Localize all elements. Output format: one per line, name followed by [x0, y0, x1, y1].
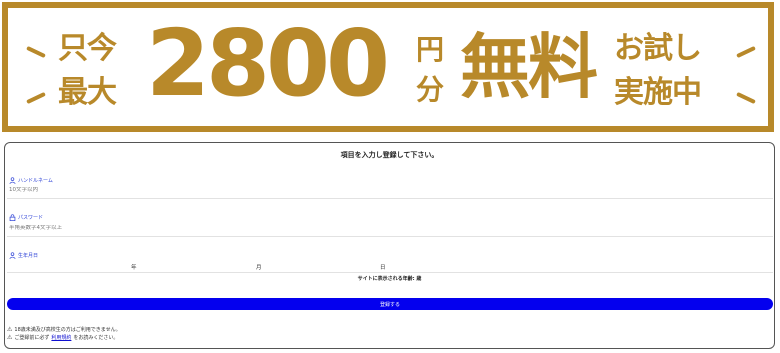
banner-dash-right-top: [736, 45, 756, 59]
banner-free: 無料: [460, 26, 598, 108]
banner-left-bottom: 最大: [58, 75, 117, 110]
birthday-day-select[interactable]: 日: [380, 263, 386, 271]
birthday-year-select[interactable]: 年: [131, 263, 137, 271]
warning-icon: ⚠: [7, 334, 13, 341]
password-label: パスワード: [9, 214, 43, 221]
note-terms-prefix: ご登録前に必ず: [14, 335, 50, 341]
registration-form: 項目を入力し登録して下さい。 ハンドルネーム パスワード 生年月日 年 月 日 …: [4, 142, 775, 349]
warning-icon: ⚠: [7, 326, 13, 333]
banner-dash-left-bottom: [26, 91, 46, 105]
banner-unit-top: 円: [416, 33, 444, 66]
terms-link[interactable]: 利用規約: [51, 334, 71, 341]
handle-underline: [7, 198, 773, 199]
note-age-text: 18歳未満及び高校生の方はご利用できません。: [14, 327, 121, 333]
promo-banner-inner: 只今 最大 2800 円 分 無料 お試し 実施中: [14, 14, 762, 120]
lock-icon: [9, 214, 16, 221]
banner-left-top: 只今: [58, 31, 117, 66]
banner-unit-bottom: 分: [416, 73, 444, 106]
banner-amount: 2800: [146, 10, 390, 117]
birthday-month-select[interactable]: 月: [256, 263, 262, 271]
password-underline: [7, 236, 773, 237]
note-age-restriction: ⚠ 18歳未満及び高校生の方はご利用できません。: [7, 326, 121, 333]
banner-right-bottom: 実施中: [614, 75, 702, 110]
birthday-label-text: 生年月日: [18, 253, 39, 259]
handle-label-text: ハンドルネーム: [18, 178, 53, 184]
password-label-text: パスワード: [18, 215, 44, 221]
register-button[interactable]: 登録する: [7, 298, 773, 310]
user-icon: [9, 177, 16, 184]
form-title: 項目を入力し登録して下さい。: [340, 151, 439, 159]
birthday-underline: [7, 272, 773, 273]
banner-right-top: お試し: [614, 31, 702, 66]
user-icon: [9, 252, 16, 259]
age-display: サイトに表示される年齢: 歳: [357, 276, 422, 282]
note-terms: ⚠ ご登録前に必ず 利用規約 をお読みください。: [7, 334, 118, 341]
birthday-label: 生年月日: [9, 252, 38, 259]
handle-input[interactable]: [9, 187, 771, 193]
banner-dash-right-bottom: [736, 91, 756, 105]
handle-label: ハンドルネーム: [9, 177, 53, 184]
password-input[interactable]: [9, 225, 771, 231]
note-terms-suffix: をお読みください。: [73, 335, 119, 341]
promo-banner: 只今 最大 2800 円 分 無料 お試し 実施中: [2, 2, 774, 132]
banner-dash-left-top: [26, 45, 46, 59]
